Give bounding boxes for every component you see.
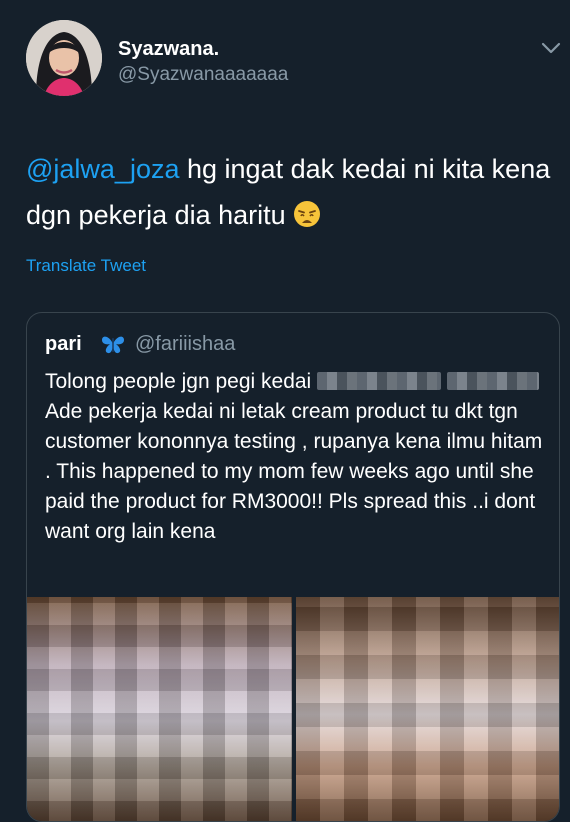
quoted-media-grid <box>27 597 559 821</box>
avatar <box>26 20 102 96</box>
author-handle[interactable]: @Syazwanaaaaaaa <box>118 64 288 86</box>
quoted-author-handle[interactable]: @fariiishaa <box>135 333 235 356</box>
redacted-shop-name-1 <box>317 372 442 390</box>
quoted-tweet-card[interactable]: pari @fariiishaa Tolong people jgn pegi … <box>26 312 560 822</box>
tweet-author-avatar[interactable] <box>26 20 102 96</box>
quoted-photo-2[interactable] <box>296 597 559 821</box>
author-display-name[interactable]: Syazwana. <box>118 38 219 61</box>
quoted-tweet-text: Tolong people jgn pegi kedai Ade pekerja… <box>45 367 545 547</box>
quoted-photo-1[interactable] <box>27 597 292 821</box>
chevron-down-icon[interactable] <box>540 40 562 56</box>
mention-link[interactable]: @jalwa_joza <box>26 154 179 184</box>
translate-tweet-link[interactable]: Translate Tweet <box>26 256 146 276</box>
butterfly-emoji-icon <box>102 336 124 354</box>
redacted-shop-name-2 <box>446 372 539 390</box>
quoted-author-name[interactable]: pari <box>45 333 82 356</box>
weary-face-emoji-icon <box>294 201 321 227</box>
tweet-text: @jalwa_joza hg ingat dak kedai ni kita k… <box>26 146 556 238</box>
quoted-text-start: Tolong people jgn pegi kedai <box>45 370 312 393</box>
quoted-text-rest: Ade pekerja kedai ni letak cream product… <box>45 400 543 543</box>
